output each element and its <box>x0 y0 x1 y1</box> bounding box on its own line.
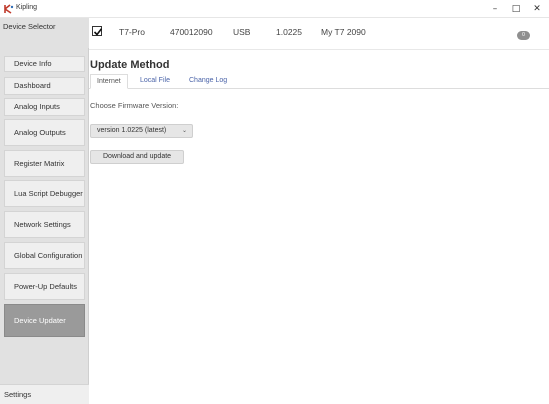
sidebar-item-network-settings[interactable]: Network Settings <box>4 211 85 238</box>
maximize-button[interactable]: □ <box>506 2 526 16</box>
sidebar-item-analog-outputs[interactable]: Analog Outputs <box>4 119 85 146</box>
kipling-logo-icon <box>4 4 14 14</box>
minimize-button[interactable]: – <box>485 2 505 16</box>
device-model: T7-Pro <box>119 27 145 37</box>
firmware-version-value: version 1.0225 (latest) <box>97 127 167 134</box>
sidebar-item-dashboard[interactable]: Dashboard <box>4 77 85 95</box>
device-checkbox[interactable] <box>92 26 103 36</box>
window-title: Kipling <box>16 4 38 11</box>
device-list-row[interactable]: T7-Pro 470012090 USB 1.0225 My T7 2090 0 <box>89 18 549 50</box>
sidebar-item-device-info[interactable]: Device Info <box>4 56 85 72</box>
update-method-tabs: Internet Local File Change Log <box>89 74 549 89</box>
device-connection: USB <box>233 27 251 37</box>
device-serial: 470012090 <box>170 27 213 37</box>
sidebar-item-global-configuration[interactable]: Global Configuration <box>4 242 85 269</box>
firmware-version-select[interactable]: version 1.0225 (latest) ⌄ <box>90 124 193 138</box>
close-button[interactable]: ✕ <box>527 2 547 16</box>
page-title: Update Method <box>90 59 170 71</box>
sidebar-item-device-selector[interactable]: Device Selector <box>0 18 89 48</box>
tab-internet[interactable]: Internet <box>90 74 128 89</box>
tab-local-file[interactable]: Local File <box>134 74 176 89</box>
device-firmware: 1.0225 <box>276 27 302 37</box>
device-badge: 0 <box>517 31 530 40</box>
checkmark-icon <box>93 28 103 36</box>
title-bar: Kipling – □ ✕ <box>0 0 549 18</box>
sidebar-item-device-updater[interactable]: Device Updater <box>4 304 85 337</box>
sidebar: Device Selector Device Info Dashboard An… <box>0 18 89 404</box>
sidebar-item-lua-script-debugger[interactable]: Lua Script Debugger <box>4 180 85 207</box>
download-and-update-button[interactable]: Download and update <box>90 150 184 164</box>
sidebar-item-analog-inputs[interactable]: Analog Inputs <box>4 98 85 116</box>
device-updater-panel: Update Method Internet Local File Change… <box>89 50 549 404</box>
tab-change-log[interactable]: Change Log <box>183 74 233 89</box>
sidebar-item-settings[interactable]: Settings <box>0 384 89 404</box>
firmware-version-label: Choose Firmware Version: <box>90 101 179 110</box>
device-name: My T7 2090 <box>321 27 366 37</box>
sidebar-item-power-up-defaults[interactable]: Power-Up Defaults <box>4 273 85 300</box>
chevron-down-icon: ⌄ <box>181 128 187 134</box>
sidebar-item-register-matrix[interactable]: Register Matrix <box>4 150 85 177</box>
